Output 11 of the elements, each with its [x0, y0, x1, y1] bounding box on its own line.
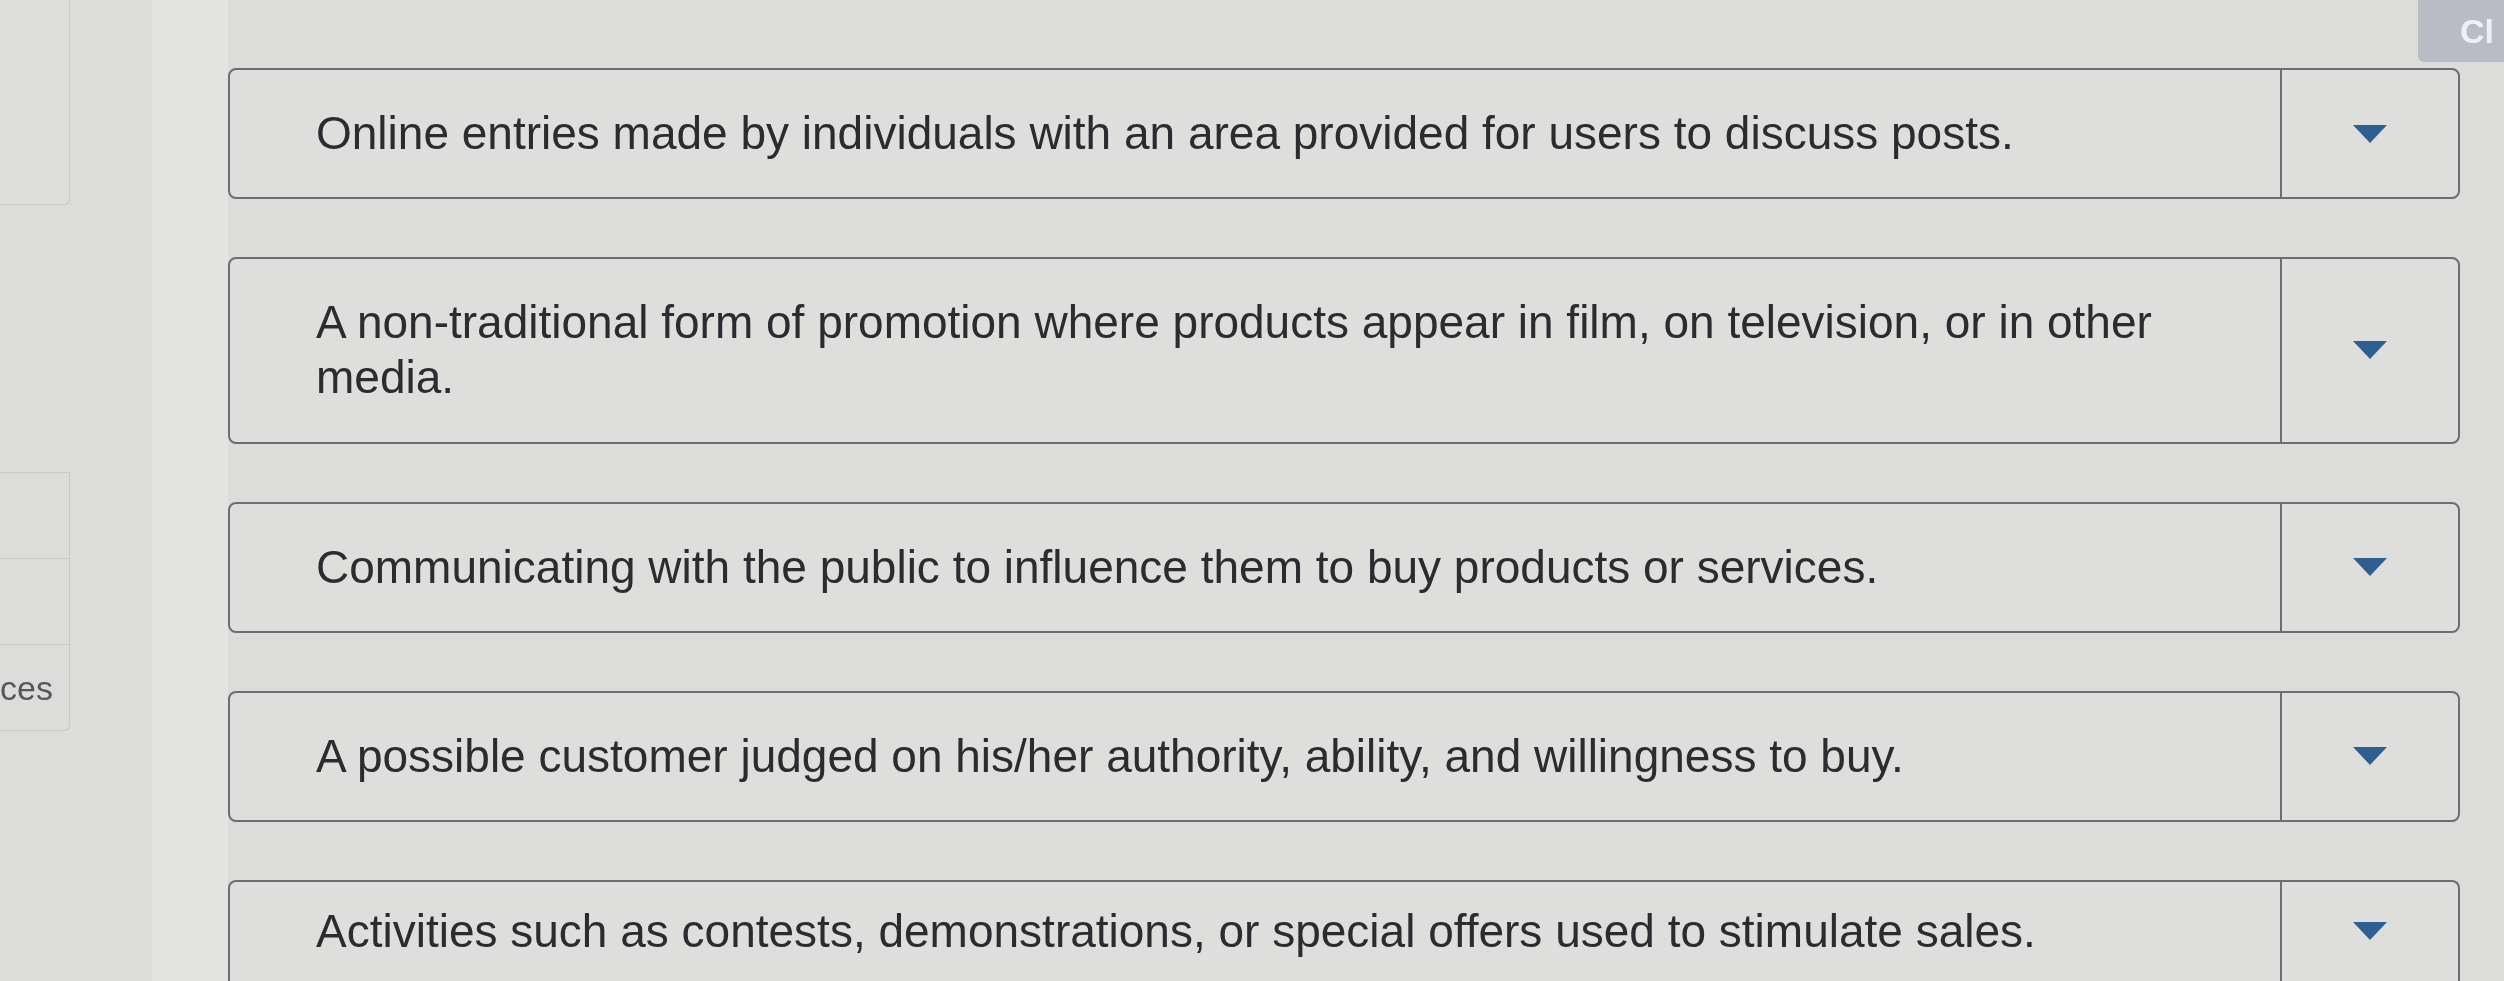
caret-down-icon	[2353, 922, 2387, 941]
caret-down-icon	[2353, 558, 2387, 577]
definition-text: A possible customer judged on his/her authority, ability, and willingness to buy.	[316, 728, 1904, 784]
definition-text: Communicating with the public to influence them to buy products or services.	[316, 539, 1879, 595]
caret-down-icon	[2353, 747, 2387, 766]
side-table-text: ces	[0, 670, 53, 705]
definition-text: A non-traditional form of promotion where products appear in film, on television, or in other media.	[316, 295, 2153, 406]
definition-text: Activities such as contests, demonstrations, or special offers used to stimulate sales.	[316, 903, 2036, 959]
caret-down-icon	[2353, 341, 2387, 360]
caret-down-icon	[2353, 124, 2387, 143]
definition-text: Online entries made by individuals with an area provided for users to discuss posts.	[316, 106, 2014, 161]
